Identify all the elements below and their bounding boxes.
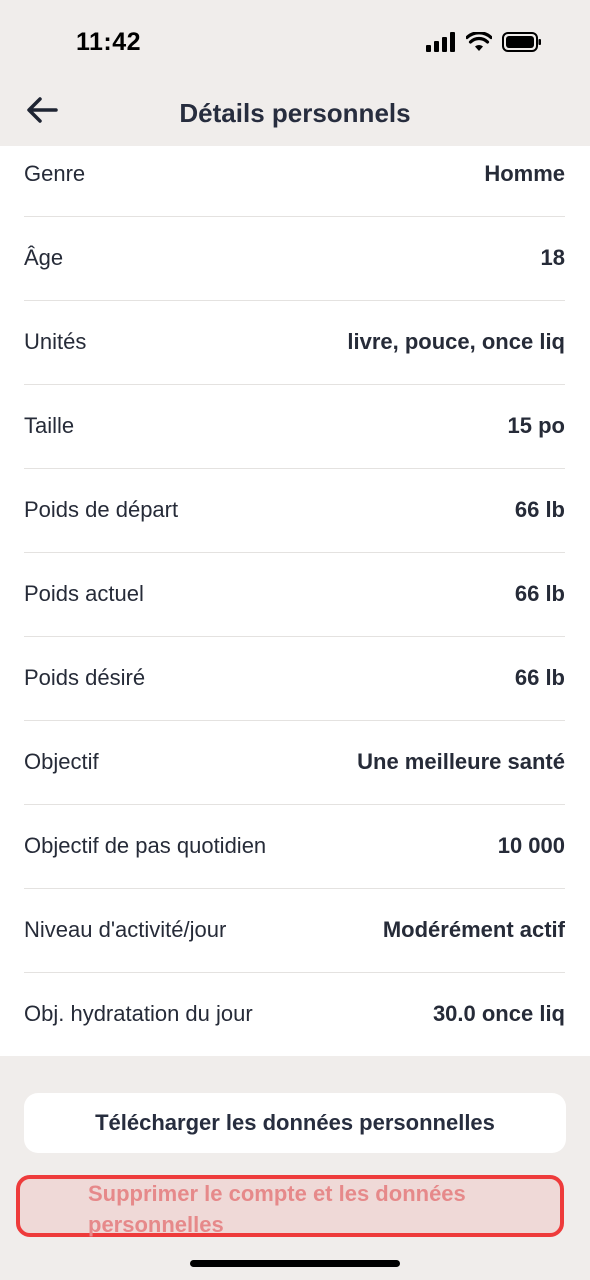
row-label: Âge <box>24 245 64 270</box>
status-bar: 11:42 <box>0 0 590 86</box>
personal-details-list: Genre Homme Âge 18 Unités livre, pouce, … <box>0 146 590 1056</box>
status-icons <box>426 32 542 52</box>
row-current-weight[interactable]: Poids actuel 66 lb <box>24 552 565 637</box>
row-hydration-goal[interactable]: Obj. hydratation du jour 30.0 once liq <box>24 972 565 1056</box>
row-value: 18 <box>540 245 565 270</box>
row-label: Obj. hydratation du jour <box>24 1001 253 1026</box>
row-activity-level[interactable]: Niveau d'activité/jour Modérément actif <box>24 888 565 973</box>
row-label: Objectif <box>24 749 99 774</box>
row-value: 10 000 <box>497 833 565 858</box>
row-value: Homme <box>484 161 565 186</box>
cellular-signal-icon <box>426 32 455 52</box>
row-label: Niveau d'activité/jour <box>24 917 227 942</box>
page-title: Détails personnels <box>179 98 411 128</box>
row-value: 66 lb <box>514 665 565 690</box>
row-units[interactable]: Unités livre, pouce, once liq <box>24 300 565 385</box>
battery-icon <box>502 32 541 52</box>
status-time: 11:42 <box>76 28 142 56</box>
row-goal[interactable]: Objectif Une meilleure santé <box>24 720 565 805</box>
row-label: Poids de départ <box>24 497 179 522</box>
row-label: Poids actuel <box>24 581 144 606</box>
row-value: Une meilleure santé <box>357 749 565 774</box>
row-value: Modérément actif <box>382 917 565 942</box>
home-indicator <box>190 1260 400 1267</box>
row-gender[interactable]: Genre Homme <box>24 146 565 217</box>
row-value: 66 lb <box>514 497 565 522</box>
download-data-button[interactable]: Télécharger les données personnelles <box>24 1093 566 1153</box>
row-target-weight[interactable]: Poids désiré 66 lb <box>24 636 565 721</box>
row-value: 15 po <box>507 413 565 438</box>
row-daily-steps-goal[interactable]: Objectif de pas quotidien 10 000 <box>24 804 565 889</box>
delete-account-button[interactable]: Supprimer le compte et les données perso… <box>88 1178 508 1240</box>
wifi-icon <box>466 32 492 51</box>
navigation-bar: Détails personnels <box>0 86 590 146</box>
row-label: Genre <box>24 161 86 186</box>
row-value: 66 lb <box>514 581 565 606</box>
row-label: Poids désiré <box>24 665 146 690</box>
row-value: 30.0 once liq <box>432 1001 565 1026</box>
row-label: Unités <box>24 329 87 354</box>
row-age[interactable]: Âge 18 <box>24 216 565 301</box>
row-value: livre, pouce, once liq <box>347 329 565 354</box>
row-label: Taille <box>24 413 75 438</box>
row-label: Objectif de pas quotidien <box>24 833 267 858</box>
row-height[interactable]: Taille 15 po <box>24 384 565 469</box>
row-starting-weight[interactable]: Poids de départ 66 lb <box>24 468 565 553</box>
